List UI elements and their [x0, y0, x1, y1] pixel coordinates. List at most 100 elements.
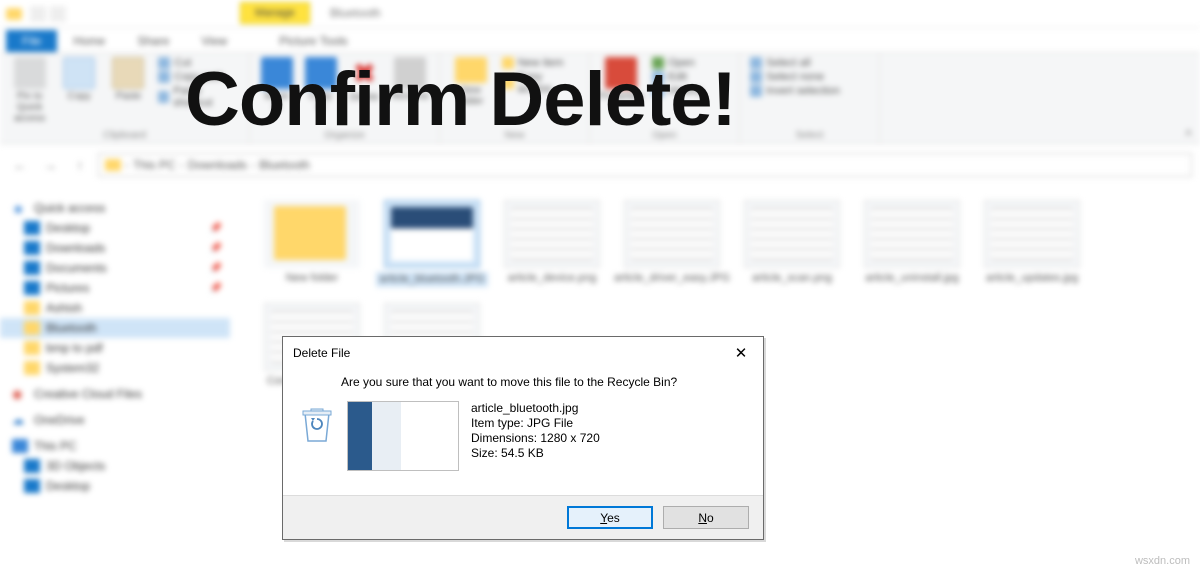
file-item-article-bluetooth[interactable]: article_bluetooth.JPG [380, 200, 484, 287]
file-dimensions: Dimensions: 1280 x 720 [471, 431, 600, 445]
address-bar[interactable]: › This PC › Downloads › Bluetooth [98, 153, 1192, 177]
thumbnail-icon [744, 200, 840, 268]
window-title: Bluetooth [330, 6, 381, 20]
dialog-titlebar: Delete File ✕ [283, 337, 763, 367]
easy-access-button[interactable]: Easy access [502, 71, 579, 95]
file-item-article-updates[interactable]: article_updates.jpg [980, 200, 1084, 287]
select-all-button[interactable]: Select all [750, 57, 840, 69]
nav-documents[interactable]: Documents📌 [0, 258, 230, 278]
new-item-button[interactable]: New item [502, 57, 579, 69]
open-button[interactable]: Open [652, 57, 702, 69]
delete-x-icon: ✖ [353, 57, 376, 90]
breadcrumb-downloads[interactable]: Downloads [188, 158, 247, 172]
quick-access-toolbar [30, 6, 66, 22]
yes-button[interactable]: Yes [567, 506, 653, 529]
clipboard-group-label: Clipboard [10, 130, 239, 141]
picture-tools-tab[interactable]: Picture Tools [263, 30, 363, 52]
paste-shortcut-button[interactable]: Paste shortcut [158, 85, 239, 109]
select-group-label: Select [750, 130, 869, 141]
address-row: ← → ↑ › This PC › Downloads › Bluetooth [0, 150, 1200, 180]
file-item-article-driver-easy[interactable]: article_driver_easy.JPG [620, 200, 724, 287]
back-button[interactable]: ← [8, 153, 32, 177]
paste-button[interactable]: Paste [109, 57, 148, 102]
cut-button[interactable]: Cut [158, 57, 239, 69]
copy-button[interactable]: Copy [59, 57, 98, 102]
headline-overlay: Confirm Delete! [185, 56, 736, 143]
nav-creative-cloud[interactable]: ◉Creative Cloud Files [0, 384, 230, 404]
file-item-article-uninstall[interactable]: article_uninstall.jpg [860, 200, 964, 287]
nav-ashish[interactable]: Ashish [0, 298, 230, 318]
file-thumbnail [347, 401, 459, 471]
folder-icon [455, 57, 487, 83]
new-folder-button[interactable]: New folder [450, 57, 492, 107]
dialog-message: Are you sure that you want to move this … [341, 375, 749, 389]
creative-cloud-icon: ◉ [12, 387, 28, 401]
thumbnail-icon [384, 200, 480, 268]
file-size: Size: 54.5 KB [471, 446, 600, 460]
nav-desktop2[interactable]: Desktop [0, 476, 230, 496]
dialog-title: Delete File [293, 346, 350, 360]
up-button[interactable]: ↑ [68, 153, 92, 177]
cloud-icon: ☁ [12, 413, 28, 427]
ribbon-tabs: File Home Share View Picture Tools [0, 28, 1200, 52]
delete-button[interactable]: ✖Delete [347, 57, 381, 103]
share-tab[interactable]: Share [121, 30, 185, 52]
nav-bmp-to-pdf[interactable]: bmp to pdf [0, 338, 230, 358]
dialog-button-row: Yes No [283, 495, 763, 539]
manage-tab[interactable]: Manage [240, 2, 310, 24]
close-button[interactable]: ✕ [727, 343, 755, 363]
properties-button[interactable]: Properties [600, 57, 642, 102]
file-itemtype: Item type: JPG File [471, 416, 600, 430]
new-group-label: New [450, 130, 579, 141]
dialog-body: Are you sure that you want to move this … [283, 367, 763, 495]
rename-button[interactable]: Rename [391, 57, 429, 102]
history-button[interactable]: History [652, 85, 702, 97]
delete-file-dialog: Delete File ✕ Are you sure that you want… [282, 336, 764, 540]
nav-this-pc[interactable]: This PC [0, 436, 230, 456]
titlebar [0, 0, 1200, 28]
file-name: article_bluetooth.jpg [471, 401, 600, 415]
close-icon: ✕ [735, 345, 748, 362]
folder-icon [264, 200, 360, 268]
thumbnail-icon [864, 200, 960, 268]
file-item-article-device[interactable]: article_device.png [500, 200, 604, 287]
invert-selection-button[interactable]: Invert selection [750, 85, 840, 97]
copy-to-button[interactable]: Copy to [304, 57, 338, 113]
nav-pictures[interactable]: Pictures📌 [0, 278, 230, 298]
select-none-button[interactable]: Select none [750, 71, 840, 83]
file-metadata: article_bluetooth.jpg Item type: JPG Fil… [471, 401, 600, 460]
recycle-bin-icon [299, 401, 335, 443]
nav-quick-access[interactable]: ★Quick access [0, 198, 230, 218]
folder-icon [105, 159, 121, 171]
file-item-new-folder[interactable]: New folder [260, 200, 364, 287]
thumbnail-icon [624, 200, 720, 268]
edit-button[interactable]: Edit [652, 71, 702, 83]
nav-system32[interactable]: System32 [0, 358, 230, 378]
watermark: wsxdn.com [1135, 555, 1190, 567]
nav-bluetooth[interactable]: Bluetooth [0, 318, 230, 338]
thumbnail-icon [504, 200, 600, 268]
pin-to-quick-access-button[interactable]: Pin to Quick access [10, 57, 49, 124]
collapse-ribbon-icon[interactable]: ˄ [1185, 126, 1192, 140]
open-group-label: Open [600, 130, 729, 141]
nav-downloads[interactable]: Downloads📌 [0, 238, 230, 258]
nav-3d-objects[interactable]: 3D Objects [0, 456, 230, 476]
breadcrumb-this-pc[interactable]: This PC [133, 158, 176, 172]
file-tab[interactable]: File [6, 30, 57, 52]
nav-onedrive[interactable]: ☁OneDrive [0, 410, 230, 430]
forward-button[interactable]: → [38, 153, 62, 177]
organize-group-label: Organize [260, 130, 429, 141]
view-tab[interactable]: View [185, 30, 243, 52]
file-item-article-scan[interactable]: article_scan.png [740, 200, 844, 287]
star-icon: ★ [12, 201, 28, 215]
ribbon: Pin to Quick access Copy Paste Cut Copy … [0, 52, 1200, 144]
breadcrumb-bluetooth[interactable]: Bluetooth [259, 158, 310, 172]
folder-icon [6, 8, 22, 20]
move-to-button[interactable]: Move to [260, 57, 294, 113]
navigation-pane: ★Quick access Desktop📌 Downloads📌 Docume… [0, 188, 230, 573]
nav-desktop[interactable]: Desktop📌 [0, 218, 230, 238]
home-tab[interactable]: Home [57, 30, 121, 52]
no-button[interactable]: No [663, 506, 749, 529]
copy-path-button[interactable]: Copy path [158, 71, 239, 83]
thumbnail-icon [984, 200, 1080, 268]
